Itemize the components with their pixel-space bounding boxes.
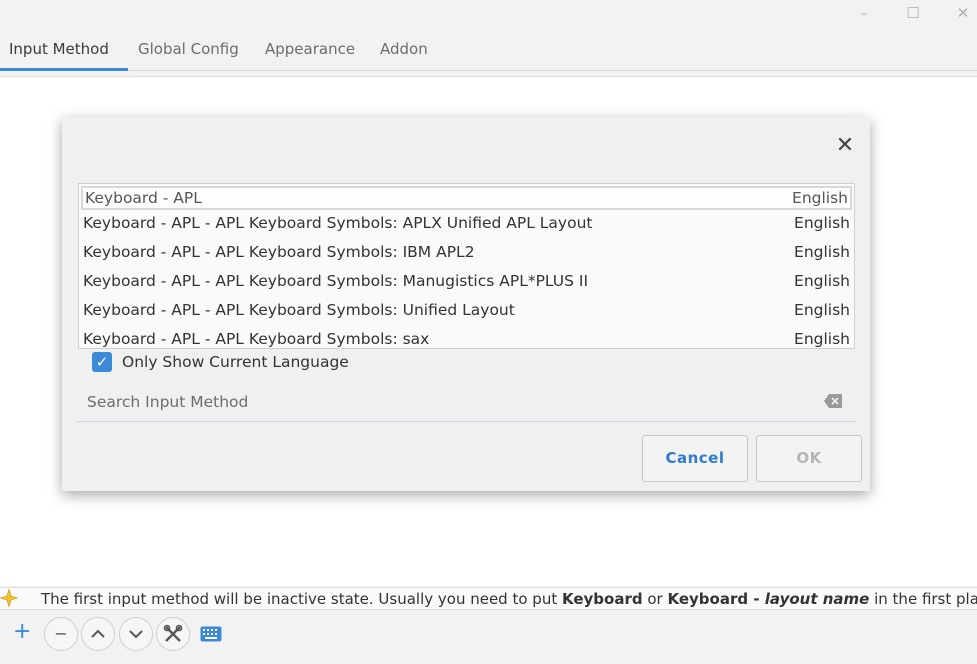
minus-icon: −: [54, 624, 68, 643]
ok-button[interactable]: OK: [756, 435, 862, 482]
tab-input-method[interactable]: Input Method: [9, 40, 109, 58]
window-titlebar: – ☐ ✕: [0, 0, 977, 28]
input-method-name: Keyboard - APL - APL Keyboard Symbols: I…: [83, 243, 475, 261]
configure-button[interactable]: [156, 617, 190, 651]
input-method-name: Keyboard - APL - APL Keyboard Symbols: A…: [83, 214, 593, 232]
active-tab-indicator: [0, 68, 128, 71]
close-window-button[interactable]: ✕: [951, 2, 975, 24]
search-bar: [77, 385, 856, 422]
search-input[interactable]: [87, 389, 807, 415]
bottom-toolbar: + −: [0, 612, 977, 664]
move-up-button[interactable]: [81, 617, 115, 651]
only-current-language-label[interactable]: Only Show Current Language: [122, 353, 349, 371]
tab-appearance[interactable]: Appearance: [265, 40, 355, 58]
chevron-up-icon: [91, 629, 105, 638]
hint-bar: The first input method will be inactive …: [0, 587, 977, 610]
cancel-button[interactable]: Cancel: [642, 435, 748, 482]
list-item[interactable]: Keyboard - APL - APL Keyboard Symbols: A…: [79, 210, 854, 239]
dialog-close-button[interactable]: ✕: [834, 135, 856, 157]
tab-global-config[interactable]: Global Config: [138, 40, 239, 58]
list-item[interactable]: Keyboard - APL - APL Keyboard Symbols: s…: [79, 326, 854, 348]
list-item[interactable]: Keyboard - APL English: [81, 186, 852, 210]
input-method-name: Keyboard - APL - APL Keyboard Symbols: s…: [83, 330, 430, 348]
hint-text: The first input method will be inactive …: [41, 590, 977, 608]
keyboard-layout-icon[interactable]: [200, 626, 222, 642]
clear-text-icon[interactable]: [823, 393, 843, 409]
list-item[interactable]: Keyboard - APL - APL Keyboard Symbols: M…: [79, 268, 854, 297]
input-method-language: English: [794, 214, 850, 232]
input-method-name: Keyboard - APL: [85, 189, 202, 207]
input-method-list[interactable]: Keyboard - APL English Keyboard - APL - …: [78, 183, 855, 349]
input-method-language: English: [794, 301, 850, 319]
chevron-down-icon: [129, 630, 143, 639]
input-method-language: English: [794, 330, 850, 348]
remove-input-method-button[interactable]: −: [44, 617, 78, 651]
plus-icon: +: [13, 619, 32, 644]
tab-bar: Input Method Global Config Appearance Ad…: [0, 28, 977, 71]
only-current-language-checkbox[interactable]: ✓: [92, 352, 112, 372]
tools-icon: [163, 624, 183, 642]
input-method-language: English: [794, 243, 850, 261]
minimize-button[interactable]: –: [852, 2, 876, 24]
close-icon: ✕: [835, 133, 855, 158]
checkmark-icon: ✓: [95, 353, 109, 371]
move-down-button[interactable]: [119, 617, 153, 651]
star-hint-icon: [0, 589, 18, 607]
input-method-language: English: [794, 272, 850, 290]
input-method-language: English: [792, 189, 848, 207]
input-method-name: Keyboard - APL - APL Keyboard Symbols: M…: [83, 272, 589, 290]
tab-addon[interactable]: Addon: [380, 40, 428, 58]
list-item[interactable]: Keyboard - APL - APL Keyboard Symbols: U…: [79, 297, 854, 326]
list-item[interactable]: Keyboard - APL - APL Keyboard Symbols: I…: [79, 239, 854, 268]
maximize-button[interactable]: ☐: [901, 2, 925, 24]
add-input-method-button[interactable]: +: [13, 621, 31, 643]
input-method-name: Keyboard - APL - APL Keyboard Symbols: U…: [83, 301, 515, 319]
add-input-method-dialog: ✕ Keyboard - APL English Keyboard - APL …: [62, 117, 870, 491]
